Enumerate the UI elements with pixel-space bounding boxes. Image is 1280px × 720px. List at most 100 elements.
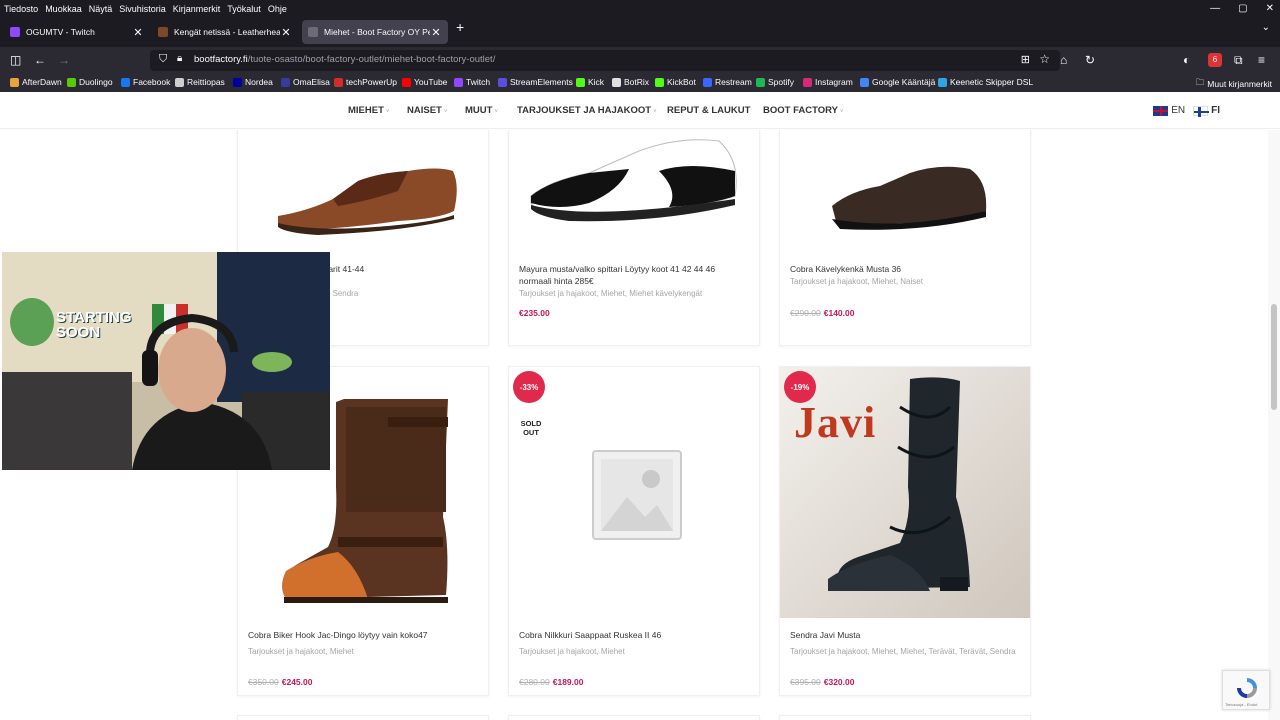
minimize-button[interactable]: — — [1210, 3, 1220, 14]
bookmark-botrix[interactable]: BotRix — [612, 77, 649, 87]
close-tab-icon[interactable]: ✕ — [430, 26, 442, 39]
product-card[interactable]: -33% SOLD OUT Cobra Nilkkuri Saappaat Ru… — [508, 366, 760, 696]
menu-muokkaa[interactable]: Muokkaa — [45, 4, 82, 14]
product-card[interactable] — [237, 715, 489, 720]
other-bookmarks[interactable]: 🗀︎ Muut kirjanmerkit — [1196, 77, 1272, 91]
product-card[interactable] — [508, 715, 760, 720]
nav-reput-laukut[interactable]: REPUT & LAUKUT — [667, 105, 752, 116]
bookmark-techpowerup[interactable]: techPowerUp — [334, 77, 397, 87]
account-icon[interactable]: ◐ — [1183, 53, 1190, 67]
app-menu-icon[interactable]: ≡ — [1258, 53, 1265, 67]
menu-ohje[interactable]: Ohje — [268, 4, 287, 14]
product-card[interactable]: Cobra Kävelykenkä Musta 36 Tarjoukset ja… — [779, 130, 1031, 346]
uk-flag-icon[interactable] — [1153, 105, 1169, 116]
instagram-icon — [803, 77, 812, 87]
menu-sivuhistoria[interactable]: Sivuhistoria — [119, 4, 166, 14]
bookmark-google-translate[interactable]: Google Kääntäjä — [860, 77, 935, 87]
list-tabs-icon[interactable]: ⌄ — [1262, 22, 1270, 33]
product-categories[interactable]: Tarjoukset ja hajakoot, Miehet, Miehet, … — [790, 646, 1020, 658]
bookmark-star-icon[interactable]: ☆ — [1039, 52, 1050, 66]
shield-icon[interactable]: ⛉ — [159, 53, 167, 66]
menu-kirjanmerkit[interactable]: Kirjanmerkit — [173, 4, 221, 14]
bookmark-keenetic[interactable]: Keenetic Skipper DSL — [938, 77, 1033, 87]
nordea-icon — [233, 77, 242, 87]
nav-tarjoukset[interactable]: TARJOUKSET JA HAJAKOOT ˅ — [517, 105, 657, 116]
tab-leatherheaven[interactable]: Kengät netissä - Leatherheaven ✕ — [152, 20, 298, 44]
back-icon[interactable]: ← — [34, 53, 46, 67]
page-scrollbar[interactable] — [1268, 130, 1280, 720]
sale-price: €235.00 — [519, 308, 550, 318]
tab-bootfactory[interactable]: Miehet - Boot Factory OY Pekka ✕ — [302, 20, 448, 44]
menu-nayta[interactable]: Näytä — [89, 4, 113, 14]
bookmark-restream[interactable]: Restream — [703, 77, 752, 87]
recaptcha-badge[interactable]: Tietosuoja - Ehdot — [1222, 670, 1270, 710]
finland-flag-icon[interactable] — [1193, 105, 1210, 117]
cowboy-boot-image — [828, 377, 970, 591]
product-name[interactable]: Cobra Biker Hook Jac-Dingo löytyy vain k… — [248, 629, 478, 641]
product-card[interactable]: Mayura musta/valko spittari Löytyy koot … — [508, 130, 760, 346]
forward-icon[interactable]: → — [58, 53, 70, 67]
bookmark-kick[interactable]: Kick — [576, 77, 604, 87]
twitch-icon — [454, 77, 463, 87]
new-tab-button[interactable]: + — [456, 19, 464, 35]
product-price: €290.00 €140.00 — [790, 308, 854, 318]
recaptcha-terms[interactable]: Tietosuoja - Ehdot — [1225, 702, 1257, 707]
product-card[interactable] — [779, 715, 1031, 720]
product-image[interactable] — [509, 367, 759, 617]
close-tab-icon[interactable]: ✕ — [132, 26, 144, 39]
bookmark-streamelements[interactable]: StreamElements — [498, 77, 573, 87]
menu-tyokalut[interactable]: Työkalut — [227, 4, 261, 14]
lock-icon[interactable]: 🔒︎ — [177, 53, 182, 64]
bookmark-kickbot[interactable]: KickBot — [655, 77, 696, 87]
product-categories[interactable]: Tarjoukset ja hajakoot, Miehet — [248, 646, 478, 658]
chevron-down-icon: ˅ — [839, 109, 844, 115]
lang-fi[interactable]: FI — [1211, 105, 1220, 116]
product-image[interactable]: Javi — [780, 367, 1030, 618]
tab-twitch[interactable]: OGUMTV - Twitch ✕ — [4, 20, 150, 44]
product-image[interactable] — [509, 130, 759, 256]
url-text[interactable]: bootfactory.fi/tuote-osasto/boot-factory… — [194, 54, 495, 65]
bookmark-label: Duolingo — [79, 77, 113, 87]
product-categories[interactable]: Tarjoukset ja hajakoot, Miehet, Miehet k… — [519, 288, 749, 300]
reload-icon[interactable]: ↻ — [1085, 53, 1095, 67]
nav-muut[interactable]: MUUT ˅ — [465, 105, 498, 116]
bookmark-youtube[interactable]: YouTube — [402, 77, 447, 87]
product-name[interactable]: Sendra Javi Musta — [790, 629, 1020, 641]
reader-view-icon[interactable]: ⊞ — [1021, 53, 1030, 66]
nav-miehet[interactable]: MIEHET ˅ — [348, 105, 389, 116]
nav-naiset[interactable]: NAISET ˅ — [407, 105, 447, 116]
product-price: €350.00 €245.00 — [248, 677, 312, 687]
maximize-button[interactable]: ▢ — [1238, 3, 1247, 14]
product-card[interactable]: Javi -19% Sendra Javi Musta Tarjoukset j… — [779, 366, 1031, 696]
product-image[interactable] — [780, 130, 1030, 256]
product-name[interactable]: Cobra Nilkkuri Saappaat Ruskea II 46 — [519, 629, 749, 641]
sale-price: €189.00 — [552, 677, 584, 687]
bookmark-instagram[interactable]: Instagram — [803, 77, 853, 87]
close-tab-icon[interactable]: ✕ — [280, 26, 292, 39]
product-categories[interactable]: Tarjoukset ja hajakoot, Miehet, Naiset — [790, 276, 1020, 288]
sidebar-icon[interactable]: ◫ — [10, 53, 21, 67]
lang-en[interactable]: EN — [1171, 105, 1185, 116]
product-image[interactable] — [238, 130, 488, 256]
product-name[interactable]: Cobra Kävelykenkä Musta 36 — [790, 263, 1020, 275]
extension-badge-icon[interactable]: 6 — [1208, 53, 1222, 67]
bookmark-nordea[interactable]: Nordea — [233, 77, 273, 87]
close-window-button[interactable]: ✕ — [1266, 3, 1274, 14]
bookmark-omaelisa[interactable]: OmaElisa — [281, 77, 330, 87]
scrollbar-thumb[interactable] — [1271, 304, 1277, 410]
url-bar[interactable]: ⛉ 🔒︎ bootfactory.fi/tuote-osasto/boot-fa… — [150, 50, 1060, 71]
recaptcha-icon — [1237, 678, 1257, 698]
bookmark-reittiopas[interactable]: Reittiopas — [175, 77, 225, 87]
menu-tiedosto[interactable]: Tiedosto — [4, 4, 38, 14]
bookmark-afterdawn[interactable]: AfterDawn — [10, 77, 62, 87]
product-categories[interactable]: Tarjoukset ja hajakoot, Miehet — [519, 646, 749, 658]
tab-title: Miehet - Boot Factory OY Pekka — [324, 27, 430, 37]
product-name[interactable]: Mayura musta/valko spittari Löytyy koot … — [519, 263, 749, 287]
home-icon[interactable]: ⌂ — [1060, 53, 1067, 67]
nav-boot-factory[interactable]: BOOT FACTORY ˅ — [763, 105, 843, 116]
bookmark-facebook[interactable]: Facebook — [121, 77, 170, 87]
bookmark-twitch[interactable]: Twitch — [454, 77, 490, 87]
extensions-icon[interactable]: ⧉ — [1234, 53, 1243, 67]
bookmark-spotify[interactable]: Spotify — [756, 77, 794, 87]
bookmark-duolingo[interactable]: Duolingo — [67, 77, 113, 87]
